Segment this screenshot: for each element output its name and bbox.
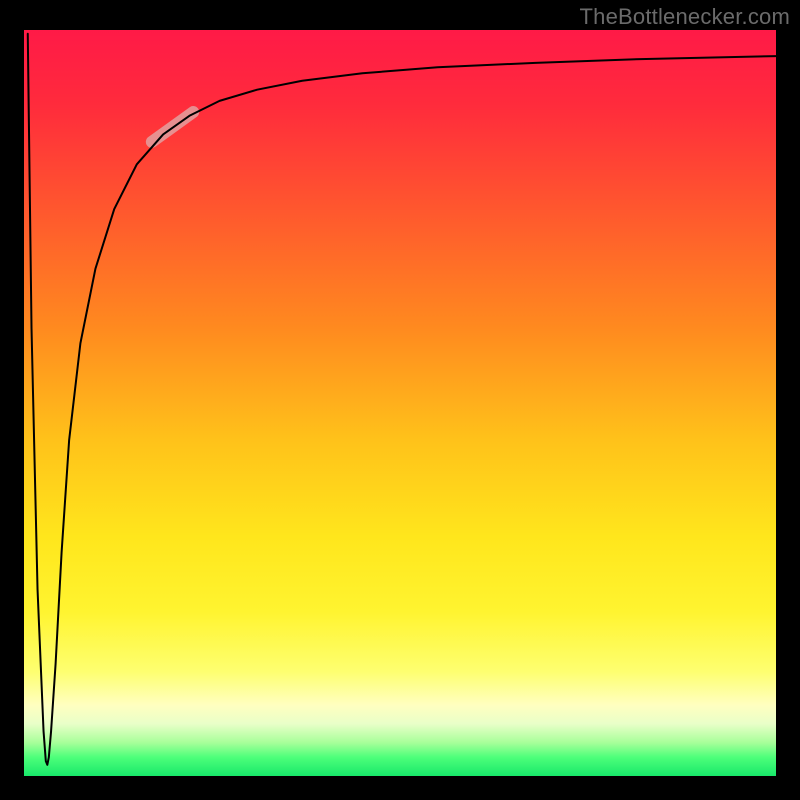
attribution-text: TheBottlenecker.com: [580, 4, 790, 30]
bottleneck-chart: [24, 30, 776, 776]
gradient-background: [24, 30, 776, 776]
plot-area: [24, 30, 776, 776]
chart-frame: TheBottlenecker.com: [0, 0, 800, 800]
